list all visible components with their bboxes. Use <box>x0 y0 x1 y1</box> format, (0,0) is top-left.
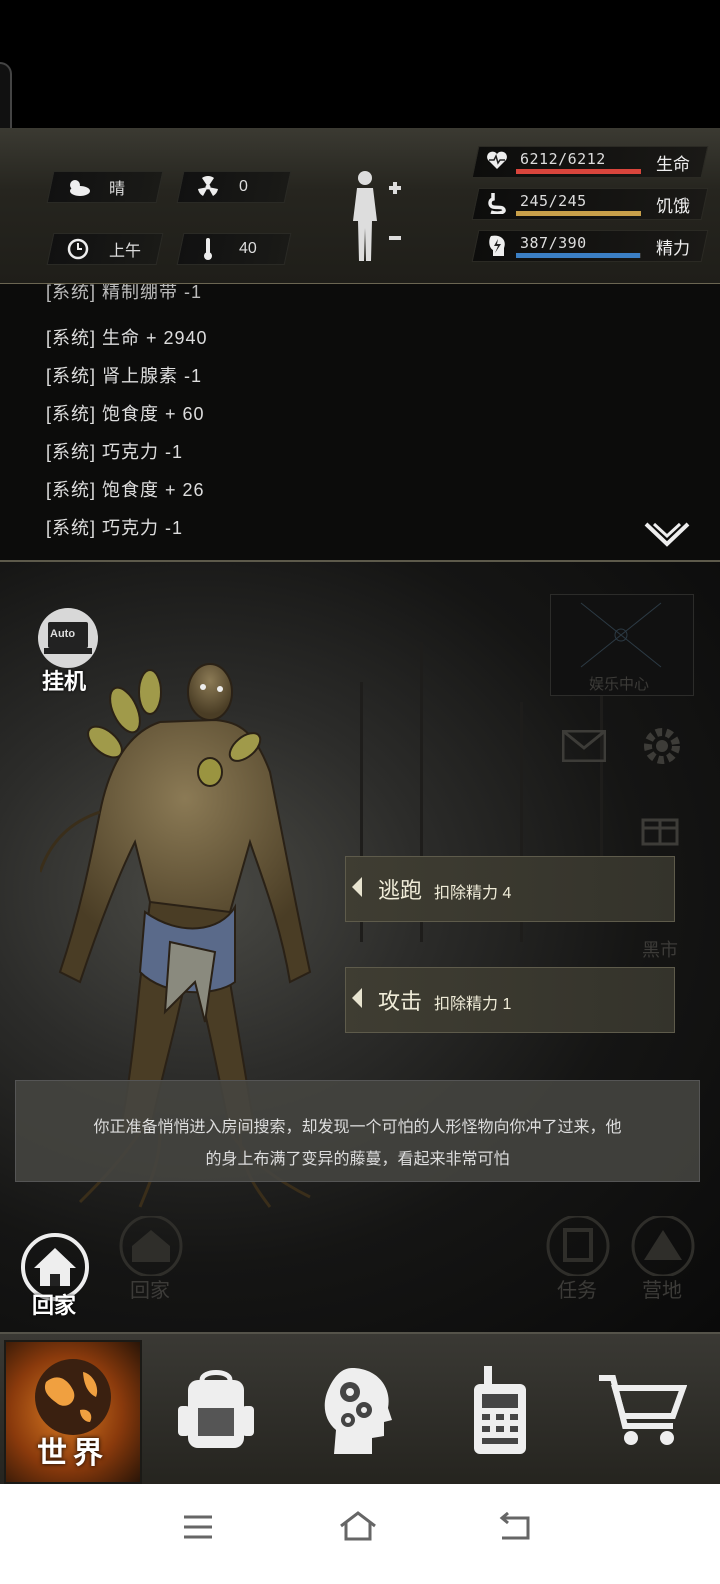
body-status-button[interactable] <box>345 166 415 266</box>
log-line: [系统] 精制绷带 -1 <box>46 284 203 302</box>
lightning-head-icon <box>486 234 508 256</box>
task-label: 任务 <box>557 1280 597 1302</box>
auto-label: Auto <box>50 628 76 640</box>
gear-icon <box>644 728 680 764</box>
encounter-scene: Auto 挂机 娱乐中心 黑市 逃跑 扣除精力 4 攻击 扣除精力 1 你正准备… <box>0 562 720 1332</box>
log-line: [系统] 巧克力 -1 <box>46 442 184 462</box>
home-button[interactable]: 回家 <box>20 1232 92 1322</box>
log-line: [系统] 饱食度 + 60 <box>46 404 205 424</box>
stat-row-health: 6212/6212 生命 <box>471 146 709 178</box>
encounter-message-box: 你正准备悄悄进入房间搜索，却发现一个可怕的人形怪物向你冲了过来，他 的身上布满了… <box>15 1080 700 1182</box>
message-line: 你正准备悄悄进入房间搜索，却发现一个可怕的人形怪物向你冲了过来，他 <box>93 1119 622 1136</box>
task-icon <box>546 1214 610 1278</box>
expand-log-button[interactable] <box>644 520 690 553</box>
backpack-icon <box>178 1370 254 1448</box>
nav-skills-tab[interactable] <box>288 1340 428 1480</box>
energy-value: 387/390 <box>520 234 587 252</box>
home-icon <box>119 1214 183 1278</box>
health-value: 6212/6212 <box>520 150 606 168</box>
top-black-bar <box>0 0 720 128</box>
walkie-talkie-icon <box>474 1366 526 1454</box>
temperature-box: 40 <box>176 233 292 265</box>
cloud-sun-icon <box>65 176 91 198</box>
menu-icon <box>184 1515 212 1539</box>
nav-shop-tab[interactable] <box>572 1340 712 1480</box>
attack-label: 攻击 <box>378 989 423 1014</box>
message-line: 的身上布满了变异的藤蔓，看起来非常可怕 <box>205 1151 510 1168</box>
attack-button[interactable]: 攻击 扣除精力 1 <box>345 967 675 1033</box>
bg-home-button[interactable]: 回家 <box>118 1214 188 1302</box>
weather-value: 晴 <box>109 181 126 198</box>
mail-button[interactable] <box>561 729 607 767</box>
energy-label: 精力 <box>656 239 690 258</box>
system-navigation-bar <box>0 1484 720 1584</box>
body-figure-icon <box>353 171 401 261</box>
hunger-value: 245/245 <box>520 192 587 210</box>
log-line: [系统] 饱食度 + 26 <box>46 480 205 500</box>
health-label: 生命 <box>656 155 690 174</box>
thermometer-icon <box>195 238 221 260</box>
bottom-navigation: 世界 <box>0 1332 720 1486</box>
camp-button[interactable]: 营地 <box>630 1214 700 1302</box>
stomach-icon <box>486 192 508 215</box>
log-line: [系统] 生命 + 2940 <box>46 328 208 348</box>
entertainment-center-button[interactable]: 娱乐中心 <box>550 594 694 696</box>
time-box: 上午 <box>46 233 164 265</box>
menu-button[interactable] <box>182 1514 214 1545</box>
arrow-left-icon <box>352 877 362 897</box>
back-button[interactable] <box>498 1511 532 1547</box>
arrow-left-icon <box>352 988 362 1008</box>
chevron-down-icon <box>644 522 690 547</box>
gift-icon <box>641 818 679 846</box>
weather-box: 晴 <box>46 171 164 203</box>
radiation-icon <box>195 176 221 198</box>
tent-icon <box>631 1214 695 1278</box>
shopping-cart-icon <box>599 1375 687 1445</box>
home-label: 回家 <box>32 1293 77 1318</box>
flee-label: 逃跑 <box>378 878 423 903</box>
log-line: [系统] 巧克力 -1 <box>46 518 184 538</box>
entertainment-label: 娱乐中心 <box>589 676 650 693</box>
heart-pulse-icon <box>486 150 508 172</box>
status-panel: 晴 0 上午 40 6212/6212 生命 245/245 饥饿 387/39… <box>0 128 720 285</box>
nav-radio-tab[interactable] <box>430 1340 570 1480</box>
hunger-bar <box>516 211 641 216</box>
nav-inventory-tab[interactable] <box>146 1340 286 1480</box>
home-outline-icon <box>340 1511 376 1541</box>
gift-button[interactable] <box>640 806 680 851</box>
flee-button[interactable]: 逃跑 扣除精力 4 <box>345 856 675 922</box>
message-log[interactable]: [系统] 精制绷带 -1 [系统] 生命 + 2940 [系统] 肾上腺素 -1… <box>0 284 720 562</box>
stat-row-energy: 387/390 精力 <box>471 230 709 262</box>
clock-icon <box>65 238 91 260</box>
bg-home-label: 回家 <box>130 1280 170 1302</box>
entertainment-icon <box>580 602 662 668</box>
settings-button[interactable] <box>638 722 686 775</box>
log-line: [系统] 肾上腺素 -1 <box>46 366 203 386</box>
flee-cost: 扣除精力 4 <box>434 885 512 902</box>
health-bar <box>516 169 641 174</box>
radiation-box: 0 <box>176 171 292 203</box>
back-icon <box>499 1511 530 1540</box>
nav-world-label: 世界 <box>37 1437 109 1470</box>
stat-row-hunger: 245/245 饥饿 <box>471 188 709 220</box>
temperature-value: 40 <box>239 240 257 257</box>
hunger-label: 饥饿 <box>656 197 690 216</box>
black-market-label[interactable]: 黑市 <box>642 936 678 962</box>
time-value: 上午 <box>109 243 142 260</box>
mail-icon <box>561 729 607 763</box>
nav-world-tab[interactable]: 世界 <box>4 1340 142 1484</box>
brain-gears-icon <box>324 1368 392 1454</box>
attack-cost: 扣除精力 1 <box>434 996 512 1013</box>
radiation-value: 0 <box>239 178 248 195</box>
home-nav-button[interactable] <box>338 1510 378 1547</box>
energy-bar <box>516 253 641 258</box>
task-button[interactable]: 任务 <box>545 1214 615 1302</box>
camp-label: 营地 <box>642 1280 682 1302</box>
